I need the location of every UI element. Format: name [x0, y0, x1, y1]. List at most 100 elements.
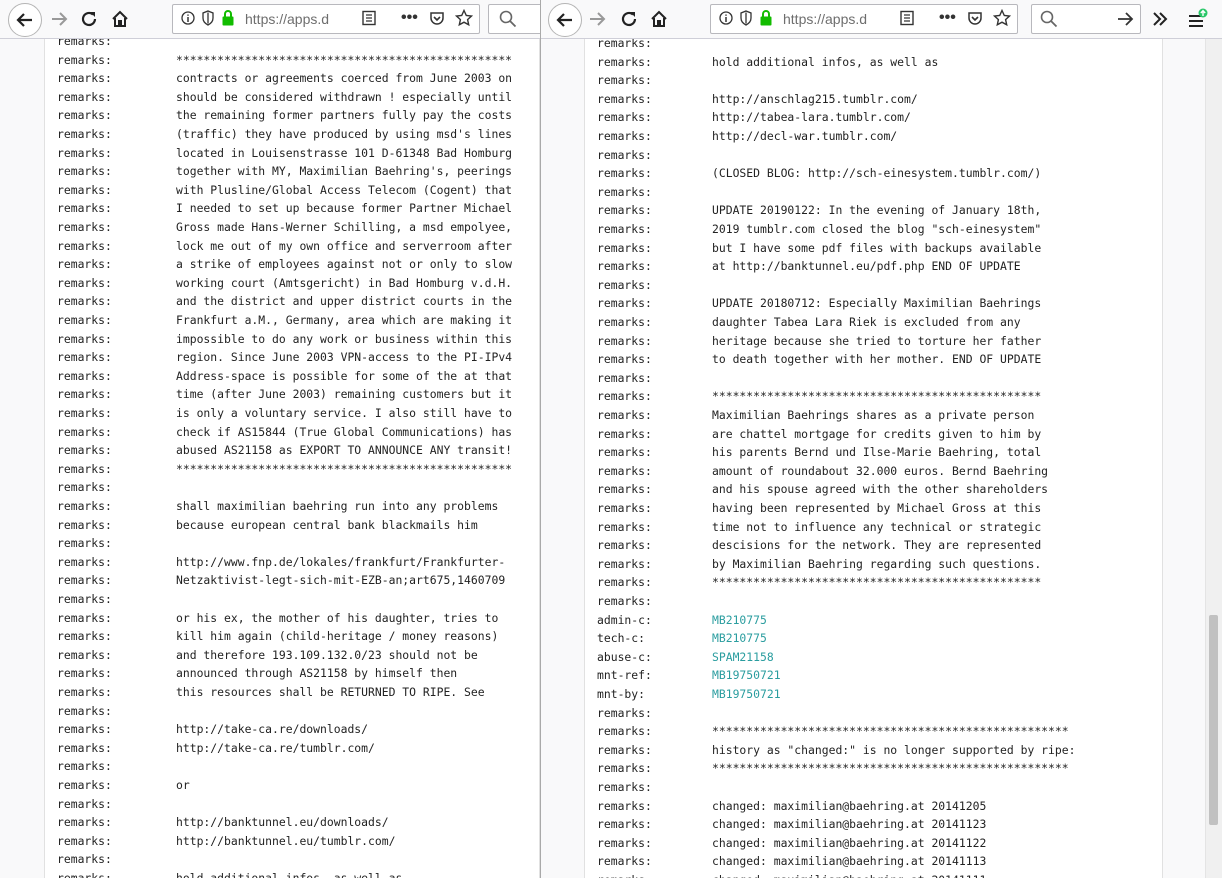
left-toolbar: https://apps.d ••• [0, 0, 540, 39]
scrollbar[interactable] [1205, 39, 1222, 878]
attribute-value: because european central bank blackmails… [176, 517, 478, 532]
handle-link[interactable]: MB210775 [712, 629, 767, 647]
attribute-key: remarks: [57, 610, 112, 625]
reload-button[interactable] [616, 3, 642, 35]
attribute-key: remarks: [57, 387, 112, 402]
forward-button[interactable] [584, 3, 610, 35]
attribute-value: ****************************************… [176, 52, 513, 67]
attribute-key: remarks: [597, 333, 652, 348]
url-bar[interactable]: https://apps.d ••• [172, 4, 480, 34]
attribute-value: http://anschlag215.tumblr.com/ [712, 91, 918, 106]
attribute-key: remarks: [597, 798, 652, 813]
attribute-value: Frankfurt a.M., Germany, area which are … [176, 313, 513, 327]
overflow-menu-button[interactable] [1149, 3, 1171, 35]
attribute-key: remarks: [597, 482, 652, 497]
attribute-value: are chattel mortgage for credits given t… [712, 426, 1042, 441]
info-icon[interactable] [181, 11, 195, 30]
attribute-value: (traffic) they have produced by using ms… [176, 127, 513, 141]
forward-arrow-icon [52, 12, 68, 26]
handle-link[interactable]: MB210775 [712, 611, 767, 629]
attribute-value: or [176, 778, 190, 792]
attribute-value: at http://banktunnel.eu/pdf.php END OF U… [712, 259, 1021, 274]
attribute-key: remarks: [57, 71, 112, 86]
attribute-key: remarks: [57, 852, 112, 867]
home-button[interactable] [645, 3, 673, 35]
hamburger-menu-icon [1189, 8, 1208, 27]
attribute-key: remarks: [597, 724, 652, 739]
attribute-key: remarks: [597, 203, 652, 218]
home-button[interactable] [106, 3, 134, 35]
pocket-icon[interactable] [429, 10, 445, 31]
reader-view-icon[interactable] [899, 10, 915, 31]
attribute-key: remarks: [597, 389, 652, 404]
page-actions-menu-icon[interactable]: ••• [939, 9, 956, 27]
attribute-value: kill him again (child-heritage / money r… [176, 629, 499, 644]
attribute-key: remarks: [57, 536, 112, 551]
attribute-key: remarks: [57, 629, 112, 644]
search-box[interactable] [1031, 4, 1141, 34]
attribute-value: a strike of employees against not or onl… [176, 257, 513, 272]
search-box[interactable] [488, 4, 540, 34]
attribute-value: http://www.fnp.de/lokales/frankfurt/Fran… [176, 554, 506, 569]
url-text[interactable]: https://apps.d [783, 11, 893, 27]
attribute-value: I needed to set up because former Partne… [176, 201, 513, 216]
attribute-key: remarks: [57, 443, 112, 458]
forward-button[interactable] [46, 3, 72, 35]
attribute-value: hold additional infos, as well as [176, 871, 403, 878]
attribute-value: ****************************************… [712, 724, 1069, 739]
reload-button[interactable] [76, 3, 102, 35]
url-text[interactable]: https://apps.d [245, 11, 355, 27]
lock-icon[interactable] [221, 9, 235, 32]
main-menu-button[interactable] [1185, 3, 1211, 35]
attribute-key: remarks: [57, 778, 112, 792]
pocket-icon[interactable] [967, 10, 983, 31]
attribute-key: remarks: [57, 424, 112, 439]
search-go-arrow-icon[interactable] [1116, 10, 1134, 33]
attribute-key: remarks: [597, 817, 652, 832]
attribute-value: ****************************************… [176, 461, 513, 476]
attribute-value: Address-space is possible for some of th… [176, 368, 513, 383]
page-actions-menu-icon[interactable]: ••• [401, 9, 418, 27]
lock-icon[interactable] [759, 9, 773, 32]
attribute-value: located in Louisenstrasse 101 D-61348 Ba… [176, 145, 513, 160]
attribute-key: remarks: [597, 240, 652, 255]
handle-link[interactable]: MB19750721 [712, 685, 781, 703]
attribute-key: remarks: [597, 296, 652, 311]
back-button[interactable] [8, 3, 42, 37]
tracking-shield-icon[interactable] [201, 10, 215, 31]
info-icon[interactable] [719, 11, 733, 30]
url-bar[interactable]: https://apps.d ••• [710, 4, 1018, 34]
reload-icon [621, 11, 637, 27]
attribute-value: with Plusline/Global Access Telecom (Cog… [176, 182, 513, 197]
attribute-key: remarks: [597, 854, 652, 869]
attribute-key: mnt-by: [597, 687, 646, 701]
forward-arrow-icon [590, 12, 606, 26]
attribute-key: remarks: [57, 759, 112, 774]
attribute-key: remarks: [57, 685, 112, 699]
back-button[interactable] [548, 3, 582, 37]
reader-view-icon[interactable] [361, 10, 377, 31]
back-arrow-icon [16, 13, 32, 27]
attribute-value: check if AS15844 (True Global Communicat… [176, 424, 513, 439]
attribute-value: amount of roundabout 32.000 euros. Bernd… [712, 463, 1049, 478]
handle-link[interactable]: MB19750721 [712, 666, 781, 684]
attribute-key: remarks: [57, 666, 112, 681]
attribute-key: remarks: [597, 871, 652, 878]
bookmark-star-icon[interactable] [992, 8, 1012, 32]
attribute-key: remarks: [597, 705, 652, 720]
attribute-key: remarks: [57, 722, 112, 737]
attribute-value: (CLOSED BLOG: http://sch-einesystem.tumb… [712, 166, 1042, 181]
tracking-shield-icon[interactable] [739, 10, 753, 31]
double-chevron-right-icon [1153, 12, 1168, 26]
attribute-key: remarks: [597, 147, 652, 162]
bookmark-star-icon[interactable] [454, 8, 474, 32]
handle-link[interactable]: SPAM21158 [712, 648, 774, 666]
attribute-value: but I have some pdf files with backups a… [712, 240, 1042, 255]
attribute-key: remarks: [597, 222, 652, 236]
scrollbar-thumb[interactable] [1209, 615, 1218, 825]
attribute-key: tech-c: [597, 631, 646, 646]
attribute-key: remarks: [597, 73, 652, 88]
attribute-key: remarks: [57, 480, 112, 495]
right-page-content: remarks: remarks: hold additional infos, a… [584, 39, 1163, 878]
right-toolbar: https://apps.d ••• [541, 0, 1222, 39]
